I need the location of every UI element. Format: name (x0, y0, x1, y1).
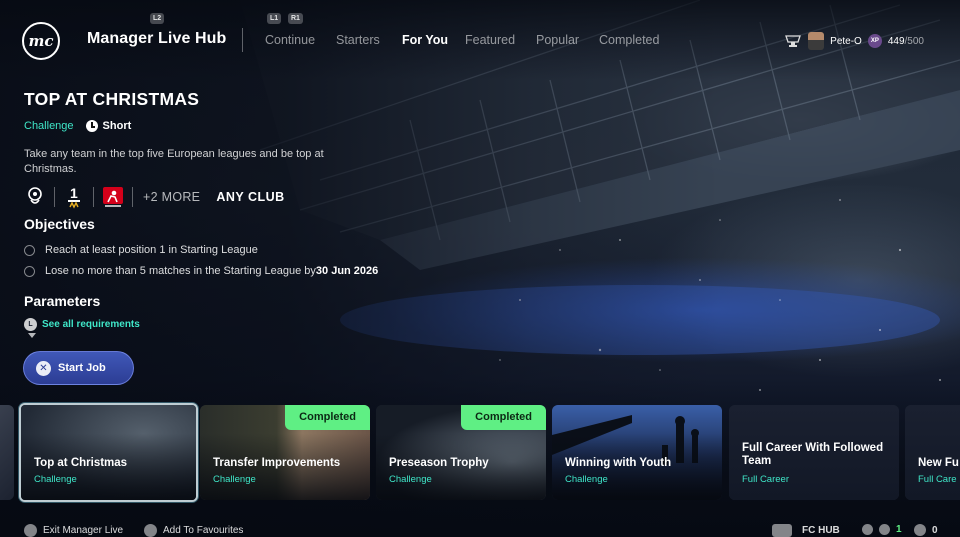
fc-hub-label: FC HUB (802, 525, 840, 536)
job-title: TOP AT CHRISTMAS (24, 89, 200, 109)
online-count: 1 (896, 524, 902, 535)
card-title: Top at Christmas (34, 457, 128, 469)
card-type: Challenge (389, 474, 432, 485)
objective-deadline: 30 Jun 2026 (315, 265, 379, 277)
job-card[interactable]: Winning with Youth Challenge (552, 405, 722, 500)
clock-icon (85, 120, 98, 132)
job-card-partial[interactable] (0, 405, 14, 500)
card-type: Full Care (918, 474, 957, 485)
manager-live-logo: mc (22, 22, 60, 60)
job-details: TOP AT CHRISTMAS Challenge Short Take an… (24, 88, 384, 209)
card-type: Challenge (565, 474, 608, 485)
tab-continue[interactable]: Continue (265, 33, 315, 47)
add-to-favourites-button[interactable]: Add To Favourites (144, 524, 243, 537)
ligue-1-logo: 1 (63, 185, 85, 209)
footer-bar: Exit Manager Live Add To Favourites FC H… (0, 524, 960, 537)
objective-text: Lose no more than 5 matches in the Start… (45, 265, 316, 277)
network-icon (862, 524, 873, 535)
job-card-partial[interactable]: New Fu Full Care (905, 405, 960, 500)
r1-button-hint: R1 (288, 13, 303, 24)
card-title: New Fu (918, 457, 959, 469)
card-image (905, 405, 960, 500)
friends-icon (914, 524, 926, 536)
bundesliga-logo (102, 186, 124, 208)
completed-badge: Completed (461, 405, 546, 430)
back-icon (879, 524, 890, 535)
xp-icon: XP (867, 34, 882, 48)
objective-status-icon (24, 265, 35, 277)
l1-button-hint: L1 (267, 13, 282, 24)
square-button-icon (144, 524, 157, 537)
cross-button-icon: ✕ (36, 360, 51, 376)
job-card[interactable]: Top at Christmas Challenge (19, 403, 198, 502)
league-divider (132, 187, 133, 207)
fc-hub-button[interactable]: FC HUB (772, 524, 840, 537)
job-card[interactable]: Full Career With Followed Team Full Care… (729, 405, 899, 500)
see-all-requirements-link[interactable]: L See all requirements (24, 318, 140, 331)
avatar[interactable] (808, 32, 825, 50)
tab-for-you[interactable]: For You (402, 33, 448, 47)
objective-text: Reach at least position 1 in Starting Le… (45, 244, 258, 256)
objectives-heading: Objectives (24, 216, 95, 232)
card-type: Challenge (213, 474, 256, 485)
card-title: Transfer Improvements (213, 457, 341, 469)
online-status: 1 (862, 524, 902, 535)
card-type: Challenge (34, 474, 77, 485)
card-title: Preseason Trophy (389, 457, 489, 469)
scroll-down-icon (28, 333, 36, 338)
start-job-button[interactable]: ✕ Start Job (23, 351, 134, 385)
xp-progress: 449/500 (888, 36, 924, 47)
tab-starters[interactable]: Starters (336, 33, 380, 47)
svg-text:1: 1 (70, 185, 78, 201)
favourites-label: Add To Favourites (163, 525, 244, 536)
job-carousel: Top at Christmas Challenge Completed Tra… (0, 403, 960, 502)
touchpad-icon (772, 524, 792, 537)
l2-button-hint: L2 (150, 13, 165, 24)
any-club-label: ANY CLUB (216, 190, 285, 204)
friends-status: 0 (914, 524, 938, 536)
league-divider (93, 187, 94, 207)
card-title: Full Career With Followed Team (742, 442, 884, 467)
see-all-label: See all requirements (42, 319, 140, 330)
tab-popular[interactable]: Popular (536, 33, 579, 47)
tab-completed[interactable]: Completed (599, 33, 659, 47)
parameters-heading: Parameters (24, 293, 101, 309)
exit-manager-live-button[interactable]: Exit Manager Live (24, 524, 123, 537)
job-description: Take any team in the top five European l… (24, 148, 324, 175)
job-card[interactable]: Completed Preseason Trophy Challenge (376, 405, 546, 500)
completed-badge: Completed (285, 405, 370, 430)
objective-item: Lose no more than 5 matches in the Start… (24, 265, 378, 277)
top-bar: mc Manager Live Hub L2 L1 R1 Continue St… (0, 0, 960, 80)
hub-title: Manager Live Hub (87, 30, 227, 47)
league-list: 1 +2 MORE ANY CLUB (24, 185, 384, 209)
xp-current: 449 (887, 35, 905, 47)
exit-label: Exit Manager Live (43, 525, 124, 536)
start-job-label: Start Job (58, 362, 106, 374)
job-card[interactable]: Completed Transfer Improvements Challeng… (200, 405, 370, 500)
header-divider (242, 28, 243, 52)
l-button-icon: L (24, 318, 37, 331)
card-title: Winning with Youth (565, 457, 672, 469)
friends-count: 0 (932, 524, 938, 536)
job-meta: Challenge Short (24, 120, 384, 132)
club-crest-icon (785, 35, 802, 47)
objective-status-icon (24, 244, 35, 256)
league-divider (54, 187, 55, 207)
more-leagues-label: +2 MORE (143, 190, 201, 204)
username: Pete-O (830, 35, 862, 47)
tab-featured[interactable]: Featured (465, 33, 515, 47)
xp-max: /500 (904, 35, 924, 47)
card-type: Full Career (742, 474, 789, 485)
user-profile-area: Pete-O XP 449/500 (784, 32, 924, 50)
premier-league-logo (24, 186, 46, 208)
circle-button-icon (24, 524, 37, 537)
job-type: Challenge (24, 120, 74, 132)
job-duration: Short (102, 120, 132, 132)
objective-item: Reach at least position 1 in Starting Le… (24, 244, 258, 256)
